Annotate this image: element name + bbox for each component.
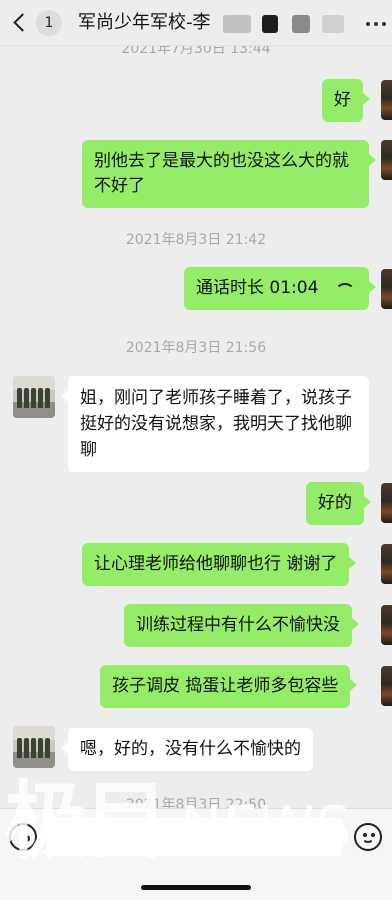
avatar-figure — [45, 388, 50, 408]
outgoing-message[interactable]: 别他去了是最大的也没这么大的就不好了 — [82, 140, 376, 208]
outgoing-message[interactable]: 训练过程中有什么不愉快没 — [124, 604, 359, 647]
outgoing-message[interactable]: 让心理老师给他聊聊也行 谢谢了 — [82, 543, 357, 586]
redaction-mosaic — [223, 15, 251, 33]
more-options-icon[interactable] — [366, 14, 386, 34]
message-list[interactable]: 2021年7月30日 13:44 好 别他去了是最大的也没这么大的就不好了 20… — [0, 0, 392, 900]
avatar-figure — [31, 738, 36, 758]
chevron-left-icon — [13, 13, 32, 32]
avatar-figure — [38, 388, 43, 408]
incoming-message[interactable]: 嗯，好的，没有什么不愉快的 — [61, 728, 313, 771]
timestamp: 2021年8月3日 21:56 — [125, 340, 267, 356]
input-bar — [0, 808, 392, 900]
avatar-figure — [31, 388, 36, 408]
emoji-icon[interactable] — [354, 823, 382, 851]
outgoing-message[interactable]: 好的 — [306, 482, 371, 525]
dot — [382, 22, 386, 26]
avatar-figure — [17, 388, 22, 408]
call-duration-text: 通话时长 01:04 — [196, 278, 319, 298]
my-avatar[interactable] — [381, 269, 392, 309]
my-avatar[interactable] — [381, 666, 392, 706]
home-indicator — [141, 885, 251, 890]
avatar-figure — [24, 738, 29, 758]
redaction-mosaic — [322, 15, 344, 33]
avatar-figure — [45, 738, 50, 758]
timestamp: 2021年8月3日 21:42 — [125, 232, 267, 248]
my-avatar[interactable] — [381, 605, 392, 645]
redaction-mosaic — [292, 15, 310, 33]
dot — [374, 22, 378, 26]
contact-avatar[interactable] — [13, 726, 55, 768]
voice-input-icon[interactable] — [9, 823, 37, 851]
phone-hangup-icon — [334, 283, 356, 293]
message-input[interactable] — [47, 818, 343, 856]
contact-avatar[interactable] — [13, 376, 55, 418]
my-avatar[interactable] — [381, 140, 392, 180]
chat-title: 军尚少年军校-李 — [78, 12, 211, 33]
my-avatar[interactable] — [381, 80, 392, 120]
emoji-mouth — [362, 835, 374, 843]
chat-header: 1 军尚少年军校-李 — [0, 0, 392, 46]
my-avatar[interactable] — [381, 544, 392, 584]
avatar-figure — [17, 738, 22, 758]
outgoing-message[interactable]: 孩子调皮 捣蛋让老师多包容些 — [100, 665, 358, 708]
back-button[interactable]: 1 — [8, 10, 68, 38]
avatar-figure — [24, 388, 29, 408]
unread-count-badge: 1 — [36, 10, 62, 36]
dot — [366, 22, 370, 26]
redaction-mosaic — [262, 15, 278, 33]
outgoing-message[interactable]: 好 — [322, 79, 370, 122]
call-record-message[interactable]: 通话时长 01:04 — [184, 267, 376, 310]
avatar-figure — [38, 738, 43, 758]
my-avatar[interactable] — [381, 483, 392, 523]
incoming-message[interactable]: 姐，刚问了老师孩子睡着了，说孩子挺好的没有说想家，我明天了找他聊聊 — [61, 376, 369, 472]
